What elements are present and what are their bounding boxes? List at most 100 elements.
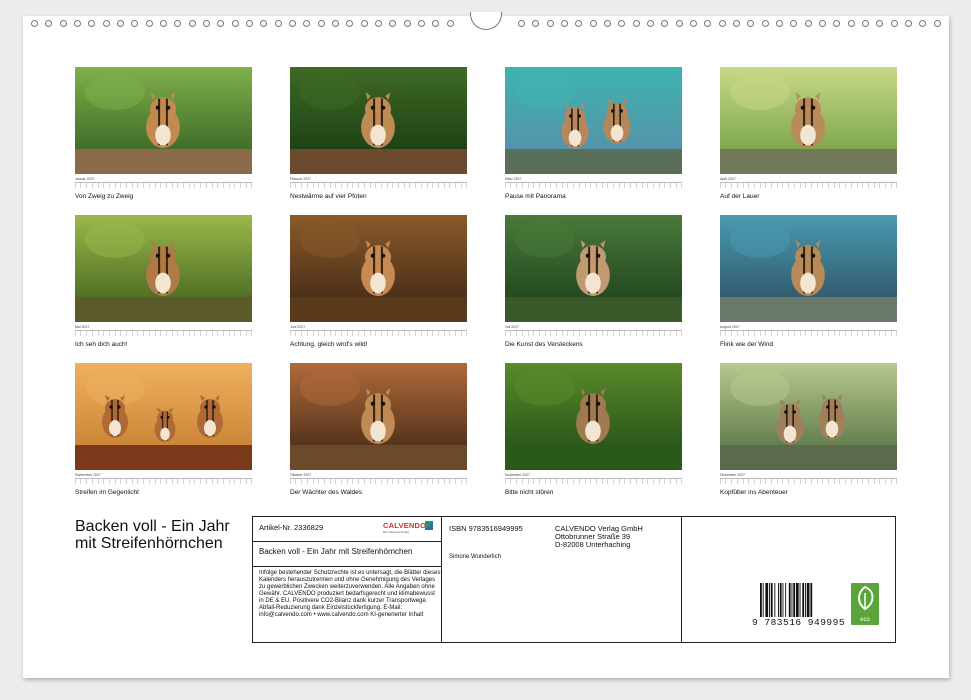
- day-strip: April 2027: [720, 177, 897, 191]
- info-subtitle: Backen voll - Ein Jahr mit Streifenhörnc…: [259, 547, 413, 556]
- spiral-ring: [188, 20, 196, 27]
- spiral-ring: [604, 20, 612, 27]
- month-panel: August 2027 Flink wie der Wind: [720, 215, 897, 355]
- spiral-ring: [647, 20, 655, 27]
- spiral-ring: [890, 20, 898, 27]
- spiral-ring: [804, 20, 812, 27]
- day-strip: Dezember 2027: [720, 473, 897, 487]
- month-caption: Die Kunst des Versteckens: [505, 341, 583, 348]
- spiral-ring: [776, 20, 784, 27]
- day-strip: März 2027: [505, 177, 682, 191]
- spiral-ring: [88, 20, 96, 27]
- spiral-ring: [833, 20, 841, 27]
- spiral-ring: [933, 20, 941, 27]
- spiral-ring: [561, 20, 569, 27]
- spiral-ring: [417, 20, 425, 27]
- spiral-ring: [303, 20, 311, 27]
- chipmunk-photo: [505, 67, 682, 174]
- spiral-ring: [59, 20, 67, 27]
- spiral-ring: [790, 20, 798, 27]
- spiral-ring: [374, 20, 382, 27]
- barcode-bar: [796, 583, 799, 617]
- month-panel: Januar 2027 Von Zweig zu Zweig: [75, 67, 252, 207]
- chipmunk-photo: [720, 363, 897, 470]
- barcode-bar: [782, 583, 784, 617]
- spiral-ring: [260, 20, 268, 27]
- day-strip: November 2027: [505, 473, 682, 487]
- spiral-ring: [145, 20, 153, 27]
- spiral-ring: [847, 20, 855, 27]
- barcode-bar: [799, 583, 801, 617]
- spiral-ring: [403, 20, 411, 27]
- month-name: Februar 2027: [290, 177, 312, 181]
- spiral-ring: [31, 20, 38, 27]
- spiral-ring: [675, 20, 683, 27]
- spiral-ring: [919, 20, 927, 27]
- month-name: Januar 2027: [75, 177, 95, 181]
- spiral-ring: [159, 20, 167, 27]
- spiral-ring: [202, 20, 210, 27]
- spiral-ring: [131, 20, 139, 27]
- day-strip: Februar 2027: [290, 177, 467, 191]
- spiral-ring: [317, 20, 325, 27]
- month-name: September 2027: [75, 473, 101, 477]
- barcode-bar: [805, 583, 806, 617]
- barcode-bar: [806, 583, 810, 617]
- spiral-ring: [747, 20, 755, 27]
- spiral-ring: [704, 20, 712, 27]
- spiral-ring: [618, 20, 626, 27]
- spiral-ring: [389, 20, 397, 27]
- month-caption: Der Wächter des Waldes: [290, 489, 363, 496]
- month-panel: Februar 2027 Nestwärme auf vier Pfoten: [290, 67, 467, 207]
- isbn: ISBN 9783516949995: [449, 524, 523, 533]
- day-strip: Oktober 2027: [290, 473, 467, 487]
- barcode-bar: [785, 583, 787, 617]
- month-panel: April 2027 Auf der Lauer: [720, 67, 897, 207]
- spiral-ring: [862, 20, 870, 27]
- publisher-line-3: D-82008 Unterhaching: [555, 540, 631, 549]
- month-name: März 2027: [505, 177, 522, 181]
- chipmunk-photo: [290, 363, 467, 470]
- day-strip: Mai 2027: [75, 325, 252, 339]
- month-name: Juli 2027: [505, 325, 520, 329]
- month-name: April 2027: [720, 177, 736, 181]
- spiral-ring: [518, 20, 526, 27]
- article-number: Artikel-Nr. 2336829: [259, 523, 324, 532]
- spiral-ring: [733, 20, 741, 27]
- barcode-bar: [760, 583, 762, 617]
- chipmunk-photo: [720, 67, 897, 174]
- info-box: Artikel-Nr. 2336829 CALVENDO Der Kalende…: [252, 516, 896, 643]
- chipmunk-photo: [75, 363, 252, 470]
- month-name: August 2027: [720, 325, 740, 329]
- chipmunk-photo: [720, 215, 897, 322]
- spiral-ring: [876, 20, 884, 27]
- month-panel: September 2027 Streifen im Gegenlicht: [75, 363, 252, 503]
- chipmunk-photo: [75, 215, 252, 322]
- spiral-ring: [661, 20, 669, 27]
- spiral-ring: [905, 20, 913, 27]
- chipmunk-photo: [290, 67, 467, 174]
- month-name: Dezember 2027: [720, 473, 745, 477]
- spiral-ring: [73, 20, 81, 27]
- month-name: Juni 2027: [290, 325, 306, 329]
- spiral-ring: [819, 20, 827, 27]
- month-caption: Nestwärme auf vier Pfoten: [290, 193, 367, 200]
- barcode-bar: [770, 583, 773, 617]
- spiral-ring: [632, 20, 640, 27]
- spiral-ring: [718, 20, 726, 27]
- spiral-ring: [532, 20, 540, 27]
- month-caption: Flink wie der Wind: [720, 341, 774, 348]
- spiral-ring: [575, 20, 583, 27]
- chipmunk-photo: [75, 67, 252, 174]
- month-caption: Kopfüber ins Abenteuer: [720, 489, 788, 496]
- barcode-bar: [765, 583, 769, 617]
- month-panel: Oktober 2027 Der Wächter des Waldes: [290, 363, 467, 503]
- chipmunk-photo: [505, 363, 682, 470]
- spiral-ring: [116, 20, 124, 27]
- calendar-title: Backen voll - Ein Jahr mit Streifenhörnc…: [75, 518, 230, 552]
- spiral-ring: [245, 20, 253, 27]
- barcode-bar: [769, 583, 770, 617]
- spiral-ring: [761, 20, 769, 27]
- day-strip: Juli 2027: [505, 325, 682, 339]
- spiral-ring: [346, 20, 354, 27]
